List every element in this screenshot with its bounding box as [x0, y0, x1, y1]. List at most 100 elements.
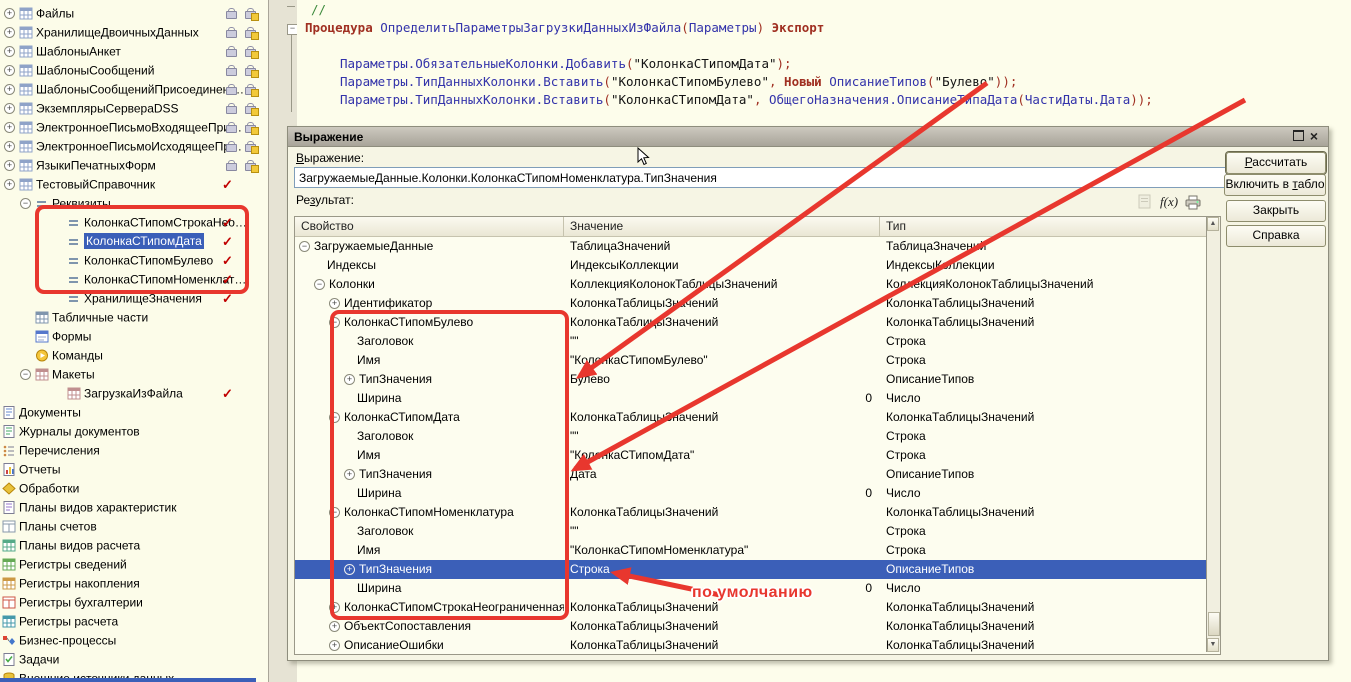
tree-item-label[interactable]: Обработки — [19, 481, 79, 495]
tree-item-label[interactable]: ЭлектронноеПисьмоВходящееПри… — [36, 120, 242, 134]
expand-icon[interactable]: + — [4, 84, 15, 95]
result-row[interactable]: Ширина0Число — [295, 389, 1220, 408]
tree-item-label[interactable]: Регистры накопления — [19, 576, 140, 590]
tree-item[interactable]: Планы видов характеристик — [0, 498, 268, 517]
tree-item[interactable]: + ХранилищеДвоичныхДанных — [0, 23, 268, 42]
tree-item[interactable]: Регистры бухгалтерии — [0, 593, 268, 612]
expand-icon[interactable]: + — [4, 103, 15, 114]
tree-item-label[interactable]: Задачи — [19, 652, 59, 666]
calculate-button[interactable]: Рассчитать — [1226, 152, 1326, 174]
scroll-down-icon[interactable]: ▼ — [1207, 638, 1219, 652]
tree-item[interactable]: Регистры расчета — [0, 612, 268, 631]
collapse-icon[interactable]: − — [20, 369, 31, 380]
result-row[interactable]: Имя"КолонкаСТипомНоменклатура"Строка — [295, 541, 1220, 560]
tree-item-label[interactable]: ЗагрузкаИзФайла — [84, 386, 183, 400]
expand-icon[interactable]: + — [344, 564, 355, 575]
tree-item-label[interactable]: Бизнес-процессы — [19, 633, 116, 647]
expand-icon[interactable]: + — [4, 160, 15, 171]
tree-item[interactable]: Команды — [0, 346, 268, 365]
scroll-up-icon[interactable]: ▲ — [1207, 217, 1219, 231]
tree-item-label[interactable]: Регистры сведений — [19, 557, 127, 571]
tree-item[interactable]: Отчеты — [0, 460, 268, 479]
close-button[interactable]: Закрыть — [1226, 200, 1326, 222]
tree-item[interactable]: КолонкаСТипомНоменклат…✓ — [0, 270, 268, 289]
tree-item[interactable]: − Макеты — [0, 365, 268, 384]
collapse-icon[interactable]: − — [20, 198, 31, 209]
result-row[interactable]: −КолонкиКоллекцияКолонокТаблицыЗначенийК… — [295, 275, 1220, 294]
tree-item-label[interactable]: Регистры расчета — [19, 614, 118, 628]
tree-item-label[interactable]: ЯзыкиПечатныхФорм — [36, 158, 156, 172]
code-line[interactable]: // — [311, 2, 326, 17]
expand-icon[interactable]: + — [329, 602, 340, 613]
expand-icon[interactable]: + — [344, 469, 355, 480]
tree-item[interactable]: Табличные части — [0, 308, 268, 327]
code-line[interactable]: Параметры.ОбязательныеКолонки.Добавить("… — [340, 56, 792, 71]
show-value-icon[interactable] — [1136, 194, 1154, 210]
expand-icon[interactable]: + — [4, 141, 15, 152]
code-line[interactable]: Параметры.ТипДанныхКолонки.Вставить("Кол… — [340, 92, 1153, 107]
result-row[interactable]: +ОбъектСопоставленияКолонкаТаблицыЗначен… — [295, 617, 1220, 636]
tree-item-label[interactable]: Планы видов характеристик — [19, 500, 176, 514]
tree-item[interactable]: Документы — [0, 403, 268, 422]
tree-item-label[interactable]: ХранилищеДвоичныхДанных — [36, 25, 199, 39]
result-row[interactable]: −ЗагружаемыеДанныеТаблицаЗначенийТаблица… — [295, 237, 1220, 256]
column-header[interactable]: Тип — [880, 217, 1207, 236]
tree-item-label[interactable]: Табличные части — [52, 310, 148, 324]
result-row[interactable]: +ОписаниеОшибкиКолонкаТаблицыЗначенийКол… — [295, 636, 1220, 655]
result-row[interactable]: +ТипЗначенияДатаОписаниеТипов — [295, 465, 1220, 484]
result-row[interactable]: ИндексыИндексыКоллекцииИндексыКоллекции — [295, 256, 1220, 275]
expand-icon[interactable]: + — [4, 46, 15, 57]
tree-item-label[interactable]: КолонкаСТипомДата — [84, 233, 204, 249]
print-icon[interactable] — [1184, 194, 1202, 210]
tree-item-label[interactable]: Журналы документов — [19, 424, 140, 438]
tree-item[interactable]: + ЭлектронноеПисьмоИсходящееПр… — [0, 137, 268, 156]
dialog-titlebar[interactable]: Выражение × — [288, 127, 1328, 147]
tree-item[interactable]: Формы — [0, 327, 268, 346]
tree-item-label[interactable]: Макеты — [52, 367, 95, 381]
result-row[interactable]: Имя"КолонкаСТипомДата"Строка — [295, 446, 1220, 465]
tree-item-label[interactable]: ЭлектронноеПисьмоИсходящееПр… — [36, 139, 242, 153]
tree-item[interactable]: + ШаблоныАнкет — [0, 42, 268, 61]
tree-item[interactable]: ЗагрузкаИзФайла✓ — [0, 384, 268, 403]
collapse-icon[interactable]: − — [299, 241, 310, 252]
tree-item[interactable]: − Реквизиты — [0, 194, 268, 213]
tree-item-label[interactable]: Формы — [52, 329, 91, 343]
tree-item[interactable]: Регистры накопления — [0, 574, 268, 593]
tree-item[interactable]: Планы счетов — [0, 517, 268, 536]
tree-item-label[interactable]: Перечисления — [19, 443, 100, 457]
result-row[interactable]: Имя"КолонкаСТипомБулево"Строка — [295, 351, 1220, 370]
tree-item[interactable]: КолонкаСТипомСтрокаНео…✓ — [0, 213, 268, 232]
tree-item[interactable]: + ЭлектронноеПисьмоВходящееПри… — [0, 118, 268, 137]
tree-item-label[interactable]: Отчеты — [19, 462, 60, 476]
collapse-icon[interactable]: − — [329, 507, 340, 518]
maximize-icon[interactable] — [1290, 130, 1306, 144]
result-row[interactable]: Ширина0Число — [295, 484, 1220, 503]
tree-item-label[interactable]: ШаблоныАнкет — [36, 44, 121, 58]
tree-item-label[interactable]: ШаблоныСообщений — [36, 63, 154, 77]
result-row[interactable]: −КолонкаСТипомБулевоКолонкаТаблицыЗначен… — [295, 313, 1220, 332]
tree-item[interactable]: Перечисления — [0, 441, 268, 460]
tree-item-label[interactable]: Планы счетов — [19, 519, 97, 533]
expand-icon[interactable]: + — [4, 122, 15, 133]
fx-icon[interactable]: f(x) — [1160, 194, 1178, 210]
expand-icon[interactable]: + — [4, 65, 15, 76]
expand-icon[interactable]: + — [329, 298, 340, 309]
tree-item-label[interactable]: ТестовыйСправочник — [36, 177, 155, 191]
tree-item-label[interactable]: Реквизиты — [52, 196, 111, 210]
tree-item-label[interactable]: ЭкземплярыСервераDSS — [36, 101, 179, 115]
expand-icon[interactable]: + — [329, 640, 340, 651]
tree-item[interactable]: Регистры сведений — [0, 555, 268, 574]
result-row[interactable]: Заголовок""Строка — [295, 522, 1220, 541]
tree-item-label[interactable]: ХранилищеЗначения — [84, 291, 202, 305]
code-line[interactable]: Процедура ОпределитьПараметрыЗагрузкиДан… — [305, 20, 824, 35]
expand-icon[interactable]: + — [4, 27, 15, 38]
code-line[interactable]: Параметры.ТипДанныхКолонки.Вставить("Кол… — [340, 74, 1017, 89]
tree-item-label[interactable]: ШаблоныСообщенийПрисоединенн… — [36, 82, 248, 96]
tree-item-label[interactable]: КолонкаСТипомБулево — [84, 253, 213, 267]
column-header[interactable]: Свойство — [295, 217, 564, 236]
tree-item-label[interactable]: Команды — [52, 348, 103, 362]
tree-item[interactable]: + ШаблоныСообщенийПрисоединенн… — [0, 80, 268, 99]
tree-item[interactable]: КолонкаСТипомБулево✓ — [0, 251, 268, 270]
expand-icon[interactable]: + — [4, 8, 15, 19]
help-button[interactable]: Справка — [1226, 225, 1326, 247]
